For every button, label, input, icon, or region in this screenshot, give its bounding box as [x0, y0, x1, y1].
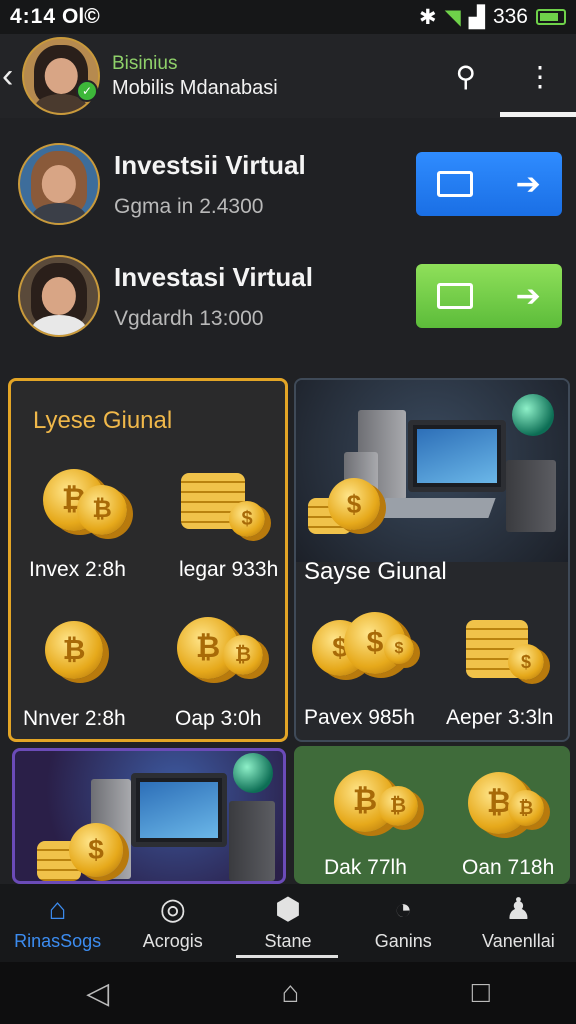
header-subtitle: Bisinius [112, 52, 178, 74]
card-item-label: Aeper 3:3ln [446, 706, 554, 729]
invest-title: Investsii Virtual [114, 149, 306, 180]
bottom-nav: ⌂ RinasSogs ◎ Acrogis ⬢ Stane ◔ Ganins ♟… [0, 884, 576, 962]
card-title: Lyese Giunal [33, 407, 173, 434]
tab-indicator [500, 112, 576, 117]
dollar-coin-icon: $ [69, 823, 123, 877]
dollar-coin-icon: $ [229, 501, 265, 537]
battery-icon [536, 9, 566, 25]
nav-label: Ganins [374, 930, 432, 951]
avatar [18, 255, 100, 337]
app-bar: ‹ ✓ Bisinius Mobilis Mdanabasi ⚲ ⋮ [0, 34, 576, 118]
bitcoin-coin-icon: ₿ [508, 790, 544, 826]
card-item-label: Oap 3:0h [175, 707, 262, 730]
computer-illustration: $ [296, 380, 568, 562]
search-icon[interactable]: ⚲ [455, 60, 476, 93]
invest-row[interactable]: Investasi Virtual Vgdardh 13:000 ➔ [0, 240, 576, 352]
arrow-right-icon: ➔ [515, 279, 541, 313]
bitcoin-coin-icon: ₿ [378, 786, 418, 826]
bluetooth-icon: ✱ [419, 5, 437, 29]
card-item-label: legar 933h [179, 558, 279, 581]
card-item-label: Oan 718h [462, 856, 555, 879]
battery-percent: 336 [492, 5, 528, 28]
nav-item-acrogis[interactable]: ◎ Acrogis [115, 884, 230, 962]
wifi-icon: ◥ [444, 5, 461, 29]
avatar [18, 143, 100, 225]
game-card[interactable]: $ Sayse Giunal $ $ $ $ Pavex 985h Aeper … [294, 378, 570, 742]
dollar-coin-icon: $ [508, 644, 544, 680]
cart-icon [437, 283, 474, 309]
game-card[interactable]: $ [12, 748, 286, 884]
status-bar: 4:14 Ol© ✱ ◥ ▟ 336 [0, 0, 576, 34]
bitcoin-coin-icon: ₿ [45, 621, 103, 679]
dollar-coin-icon: $ [384, 634, 414, 664]
signal-icon: ▟ [468, 5, 485, 29]
status-extra: Ol© [62, 5, 100, 28]
home-icon: ⌂ [48, 892, 67, 926]
game-card[interactable]: Lyese Giunal ₿ ₿ $ Invex 2:8h legar 933h… [8, 378, 288, 742]
nav-label: Vanenllai [482, 930, 555, 951]
box-icon: ⬢ [274, 892, 302, 926]
nav-item-stane[interactable]: ⬢ Stane [230, 884, 345, 962]
invest-subtitle: Ggma in 2.4300 [114, 194, 264, 218]
invest-row[interactable]: Investsii Virtual Ggma in 2.4300 ➔ [0, 128, 576, 240]
invest-action-button[interactable]: ➔ [416, 264, 562, 328]
nav-item-home[interactable]: ⌂ RinasSogs [0, 884, 115, 962]
card-item-label: Pavex 985h [304, 706, 415, 729]
target-icon: ◎ [159, 892, 186, 926]
invest-subtitle: Vgdardh 13:000 [114, 306, 264, 330]
card-item-label: Nnver 2:8h [23, 707, 126, 730]
user-icon: ♟ [504, 892, 532, 926]
invest-action-button[interactable]: ➔ [416, 152, 562, 216]
game-card[interactable]: ₿ ₿ ₿ ₿ Dak 77lh Oan 718h [294, 746, 570, 884]
back-arrow-icon[interactable]: ‹ [2, 57, 18, 96]
card-item-label: Invex 2:8h [29, 558, 126, 581]
avatar[interactable] [22, 37, 100, 115]
bitcoin-coin-icon: ₿ [223, 635, 263, 675]
nav-item-vanenllai[interactable]: ♟ Vanenllai [461, 884, 576, 962]
home-button-icon[interactable]: ⌂ [281, 976, 299, 1010]
nav-indicator [236, 955, 338, 958]
chart-icon: ◔ [394, 892, 413, 926]
arrow-right-icon: ➔ [515, 167, 541, 201]
more-vert-icon[interactable]: ⋮ [526, 60, 554, 93]
nav-item-ganins[interactable]: ◔ Ganins [346, 884, 461, 962]
header-title: Mobilis Mdanabasi [112, 76, 278, 99]
bitcoin-coin-icon: ₿ [77, 485, 127, 535]
status-time: 4:14 [10, 5, 57, 28]
invest-title: Investasi Virtual [114, 261, 313, 292]
nav-label: Stane [264, 930, 312, 951]
recents-icon[interactable]: □ [472, 976, 490, 1010]
card-item-label: Dak 77lh [324, 856, 407, 879]
dollar-coin-icon: $ [328, 478, 380, 530]
system-nav-bar: ◁ ⌂ □ [0, 962, 576, 1024]
card-title: Sayse Giunal [304, 558, 447, 585]
cart-icon [437, 171, 474, 197]
nav-label: RinasSogs [14, 930, 102, 951]
online-badge-icon: ✓ [76, 80, 98, 102]
nav-label: Acrogis [142, 930, 203, 951]
back-icon[interactable]: ◁ [86, 976, 109, 1011]
